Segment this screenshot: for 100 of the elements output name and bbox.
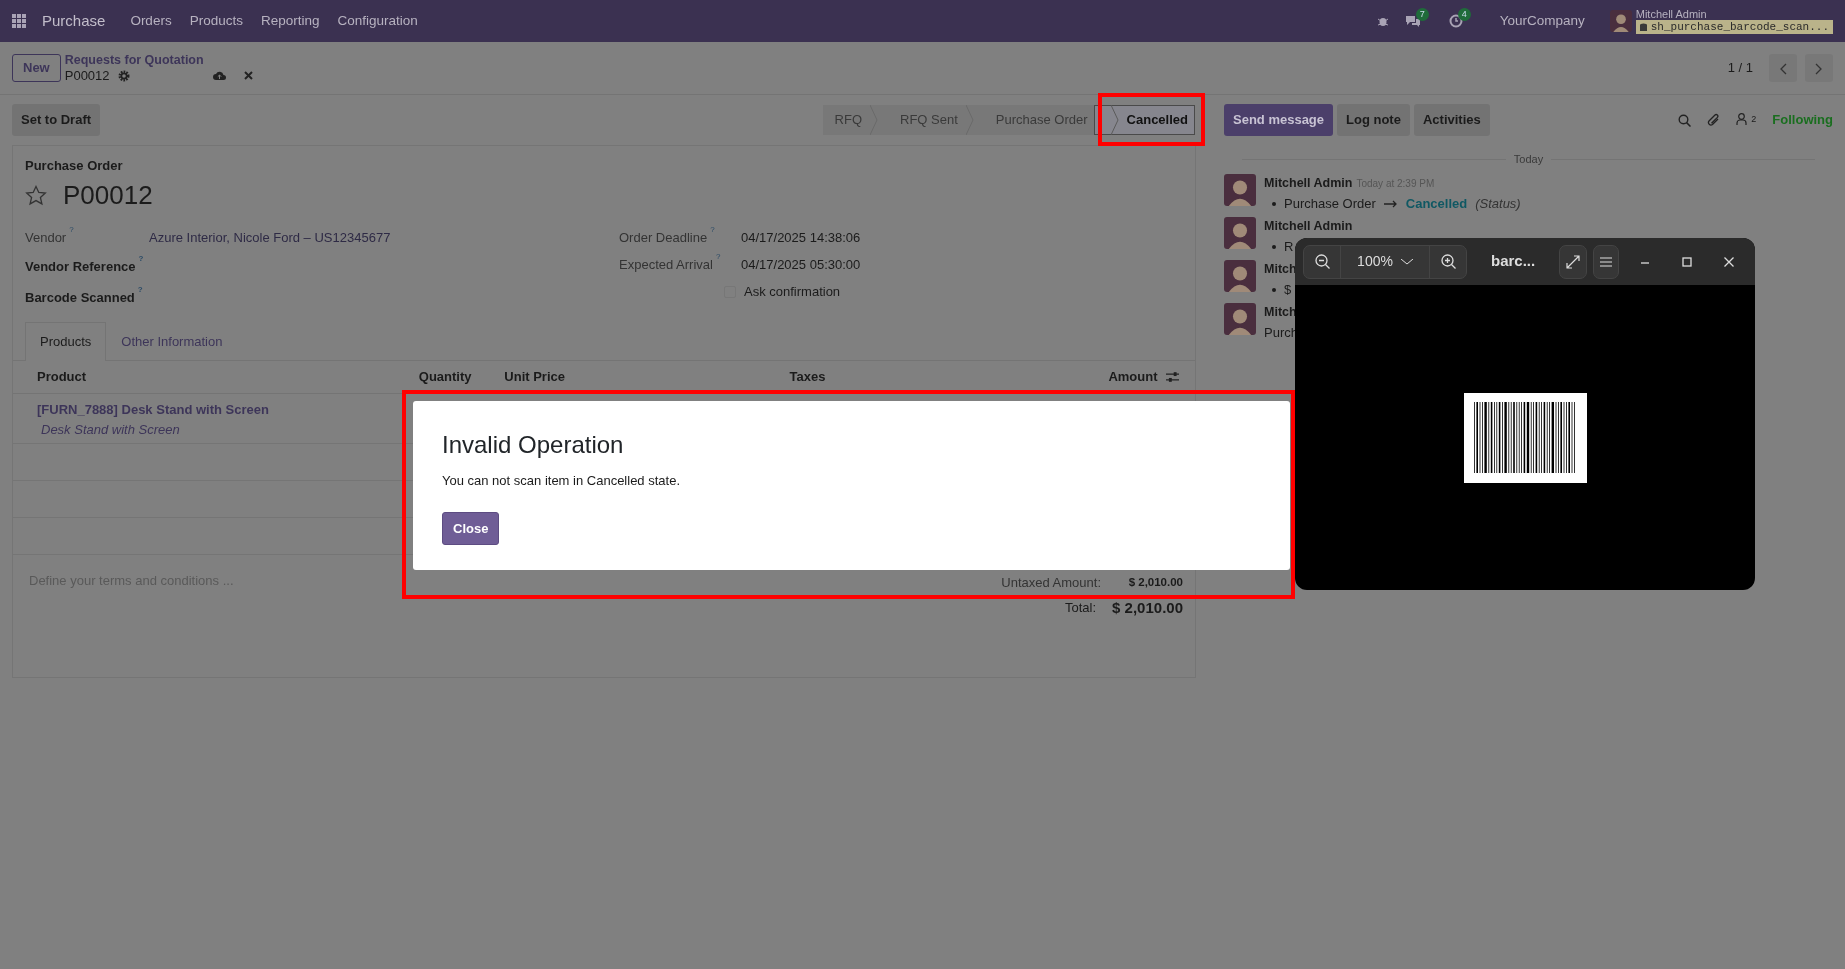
followers-button[interactable]: 2 (1736, 113, 1757, 127)
tracking-new-value: Cancelled (1405, 195, 1468, 214)
caret-icon (1400, 258, 1413, 265)
apps-menu-icon[interactable] (12, 14, 26, 28)
dialog-title: Invalid Operation (442, 430, 625, 460)
field-value[interactable]: Azure Interior, Nicole Ford – US12345677 (149, 228, 391, 248)
avatar-icon (1224, 173, 1256, 206)
new-button[interactable]: New (12, 54, 61, 82)
help-marker[interactable]: ? (715, 252, 721, 262)
field-label: Order Deadline $^{?}$ (619, 228, 716, 248)
message-author[interactable]: Mitchell Admin (1264, 216, 1353, 236)
window-title: barc... (1491, 251, 1536, 272)
close-icon (1723, 256, 1736, 269)
tab[interactable]: Products (25, 321, 107, 361)
message-author[interactable]: Mitch (1264, 302, 1297, 322)
status-stage[interactable]: Purchase Order (979, 105, 1094, 135)
person-icon (1736, 113, 1748, 126)
maximize-icon (1681, 256, 1694, 269)
field-label: Expected Arrival $^{?}$ (619, 255, 722, 275)
clock-icon[interactable] (1448, 14, 1463, 28)
database-name: sh_purchase_barcode_scan... (1650, 20, 1829, 34)
total-label: Total: (1065, 599, 1097, 617)
avatar-icon (1224, 302, 1256, 335)
field-value[interactable]: 04/17/2025 14:38:06 (741, 228, 861, 248)
tracking-old-value: Purchase Order (1284, 195, 1376, 214)
checkbox-label: Ask confirmation (744, 282, 841, 301)
dialog-message: You can not scan item in Cancelled state. (442, 472, 681, 490)
column-header[interactable]: Unit Price (504, 369, 565, 385)
message-count-badge: 7 (1415, 7, 1429, 21)
avatar-icon (1224, 216, 1256, 249)
bullet-icon (1272, 288, 1276, 292)
product-link[interactable]: [FURN_7888] Desk Stand with Screen (37, 402, 269, 417)
message-text: $ (1284, 281, 1292, 300)
record-title: P00012 (63, 178, 153, 212)
database-icon (1639, 22, 1647, 32)
chatter-button[interactable]: Send message (1224, 104, 1334, 136)
paperclip-icon[interactable] (1707, 113, 1721, 127)
column-header[interactable]: Quantity (418, 369, 472, 385)
expand-icon (1566, 254, 1581, 269)
field-label: Vendor $^{?}$ (25, 228, 75, 248)
chatter-button[interactable]: Log note (1337, 104, 1410, 136)
message-author[interactable]: Mitchell Admin (1264, 173, 1353, 193)
menu-item[interactable]: Orders (121, 10, 181, 32)
set-to-draft-button[interactable]: Set to Draft (12, 104, 101, 136)
close-button[interactable]: Close (442, 511, 500, 545)
field-label: Barcode Scanned $^{?}$ (25, 288, 144, 308)
status-stage[interactable]: Cancelled (1093, 105, 1195, 135)
arrow-right-icon (1383, 200, 1398, 208)
chevron-left-icon (1779, 62, 1787, 75)
tab[interactable]: Other Information (106, 321, 238, 360)
gear-icon[interactable] (117, 69, 130, 82)
zoom-in-icon (1440, 254, 1456, 269)
message-author[interactable]: Mitch (1264, 259, 1297, 279)
fullscreen-button[interactable] (1559, 244, 1588, 279)
total-label: Untaxed Amount: (1001, 574, 1101, 592)
product-description: Desk Stand with Screen (40, 421, 180, 437)
star-icon[interactable] (25, 184, 47, 206)
help-marker[interactable]: ? (710, 225, 715, 235)
form-caption: Purchase Order (25, 157, 124, 175)
bullet-icon (1272, 245, 1276, 249)
chevron-right-icon (1815, 62, 1823, 75)
avatar-icon (1224, 259, 1256, 292)
message-text: R (1284, 238, 1294, 257)
user-name[interactable]: Mitchell Admin (1635, 8, 1833, 20)
field-label: Vendor Reference $^{?}$ (25, 257, 145, 277)
bullet-icon (1272, 202, 1276, 206)
record-name: P00012 (64, 67, 110, 84)
total-value: $ 2,010.00 (1127, 575, 1183, 591)
chatter-button[interactable]: Activities (1413, 104, 1490, 136)
tracking-field: (Status) (1475, 194, 1521, 214)
column-header[interactable]: Product (37, 369, 87, 385)
company-switcher[interactable]: YourCompany (1490, 10, 1594, 32)
total-value: $ 2,010.00 (1112, 597, 1183, 618)
field-value[interactable]: 04/17/2025 05:30:00 (741, 255, 861, 275)
menu-item[interactable]: Reporting (251, 10, 329, 32)
avatar-icon (1609, 10, 1632, 32)
help-marker[interactable]: ? (69, 225, 74, 235)
menu-item[interactable]: Products (180, 10, 252, 32)
help-marker[interactable]: ? (138, 254, 144, 264)
help-marker[interactable]: ? (137, 285, 143, 295)
status-stage[interactable]: RFQ Sent (884, 105, 980, 135)
zoom-out-icon (1314, 254, 1330, 269)
pager-value: 1 / 1 (1727, 59, 1753, 78)
menu-icon (1600, 256, 1613, 267)
menu-item[interactable]: Configuration (328, 10, 427, 32)
date-divider-label: Today (1513, 152, 1544, 167)
breadcrumb-link[interactable]: Requests for Quotation (64, 52, 253, 68)
discard-icon[interactable] (243, 71, 253, 80)
status-stage[interactable]: RFQ (822, 105, 884, 135)
column-header[interactable]: Taxes (789, 369, 826, 385)
activity-count-badge: 4 (1457, 7, 1471, 21)
column-header[interactable]: Amount (1108, 369, 1158, 385)
app-name[interactable]: Purchase (42, 9, 106, 33)
search-icon[interactable] (1678, 113, 1692, 127)
chat-icon[interactable] (1404, 14, 1421, 28)
column-settings-icon[interactable] (1165, 371, 1179, 383)
bug-icon[interactable] (1376, 15, 1389, 27)
menu-button[interactable] (1593, 244, 1620, 279)
cloud-upload-icon[interactable] (212, 70, 226, 81)
chevron-icon (1110, 105, 1119, 135)
